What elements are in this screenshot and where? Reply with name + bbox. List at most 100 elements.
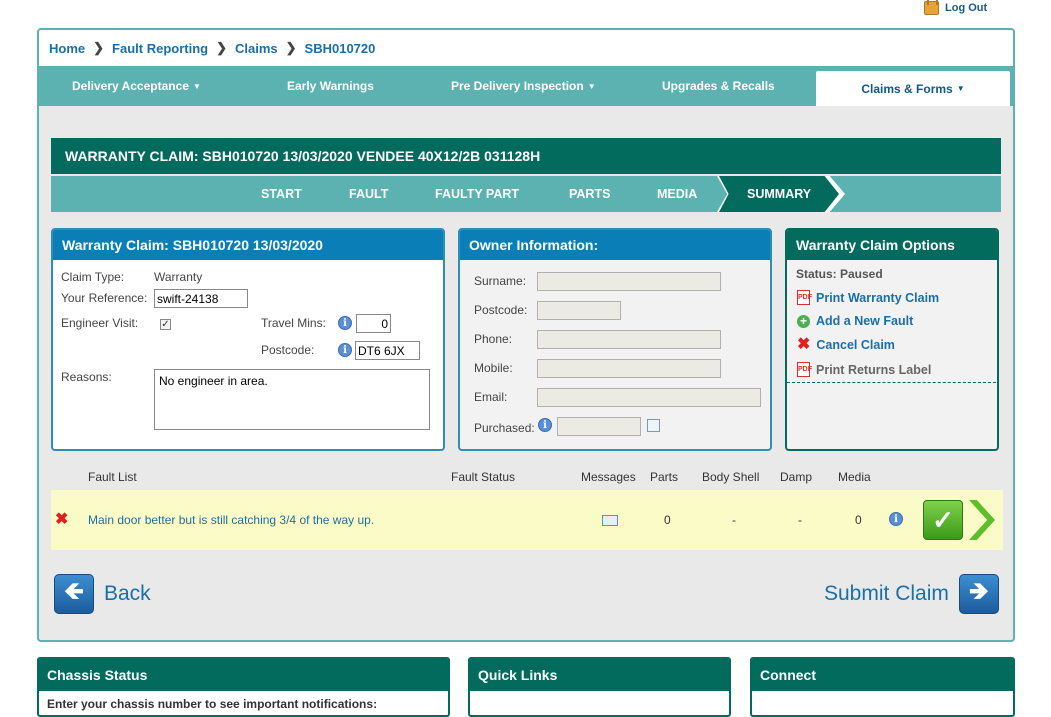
engineer-visit-label: Engineer Visit: [61, 316, 139, 330]
top-nav: Delivery Acceptance ▼ Early Warnings Pre … [39, 66, 1013, 106]
chassis-status-text: Enter your chassis number to see importa… [47, 697, 378, 711]
tab-claims-forms[interactable]: Claims & Forms ▼ [816, 71, 1010, 106]
options-panel-title: Warranty Claim Options [787, 230, 997, 260]
breadcrumb-claims[interactable]: Claims [235, 41, 278, 56]
mobile-label: Mobile: [474, 361, 513, 375]
back-label: Back [104, 582, 151, 605]
tab-pre-delivery-inspection[interactable]: Pre Delivery Inspection ▼ [451, 66, 596, 106]
arrow-right-icon: 🡺 [958, 574, 999, 614]
claim-title-bar: WARRANTY CLAIM: SBH010720 13/03/2020 VEN… [51, 138, 1001, 174]
logout-link[interactable]: Log Out [924, 0, 987, 16]
surname-input[interactable] [537, 272, 721, 291]
step-parts[interactable]: PARTS [569, 176, 610, 212]
submit-label: Submit Claim [824, 582, 949, 605]
calendar-icon[interactable] [647, 419, 660, 432]
breadcrumb-fault-reporting[interactable]: Fault Reporting [112, 41, 208, 56]
breadcrumb-claim-id[interactable]: SBH010720 [305, 41, 376, 56]
owner-postcode-label: Postcode: [474, 303, 528, 317]
tab-label: Early Warnings [287, 79, 374, 93]
fault-media: 0 [855, 513, 862, 527]
phone-input[interactable] [537, 330, 721, 349]
submit-claim-button[interactable]: Submit Claim 🡺 [824, 574, 999, 614]
col-messages: Messages [581, 470, 636, 484]
tab-upgrades-recalls[interactable]: Upgrades & Recalls [662, 66, 775, 106]
main-container: Home ❯ Fault Reporting ❯ Claims ❯ SBH010… [37, 28, 1015, 642]
back-button[interactable]: 🡸 Back [54, 574, 151, 614]
claim-type-label: Claim Type: [61, 270, 125, 284]
breadcrumb: Home ❯ Fault Reporting ❯ Claims ❯ SBH010… [39, 30, 1013, 66]
postcode-input[interactable] [355, 341, 420, 360]
print-warranty-claim-link[interactable]: PDF Print Warranty Claim [797, 290, 939, 305]
info-icon[interactable]: i [538, 418, 552, 432]
cancel-claim-label: Cancel Claim [816, 338, 895, 352]
claim-options-panel: Warranty Claim Options Status: Paused PD… [785, 228, 999, 451]
tab-label: Upgrades & Recalls [662, 79, 775, 93]
travel-mins-input[interactable] [356, 314, 391, 333]
claim-title: WARRANTY CLAIM: SBH010720 13/03/2020 VEN… [65, 148, 541, 164]
tab-delivery-acceptance[interactable]: Delivery Acceptance ▼ [72, 66, 201, 106]
connect-title: Connect [752, 659, 1013, 691]
caret-down-icon: ▼ [192, 81, 201, 91]
chassis-status-panel: Chassis Status Enter your chassis number… [37, 657, 450, 717]
reference-input[interactable] [154, 289, 248, 308]
tab-early-warnings[interactable]: Early Warnings [287, 66, 374, 106]
info-icon[interactable]: i [338, 343, 352, 357]
reference-label: Your Reference: [61, 291, 148, 305]
chevron-right-icon: ❯ [93, 40, 105, 55]
owner-panel-title: Owner Information: [460, 230, 770, 260]
add-new-fault-link[interactable]: + Add a New Fault [797, 314, 913, 328]
chevron-right-icon: ❯ [285, 40, 297, 55]
chevron-right-icon: ❯ [216, 40, 227, 55]
col-fault-status: Fault Status [451, 470, 516, 484]
connect-panel: Connect [750, 657, 1015, 717]
col-damp: Damp [780, 470, 813, 484]
close-icon: ✖ [797, 336, 811, 353]
claim-status: Status: Paused [796, 267, 883, 281]
col-fault-list: Fault List [88, 470, 137, 484]
reasons-label: Reasons: [61, 370, 112, 384]
email-input[interactable] [537, 388, 761, 407]
step-fault[interactable]: FAULT [349, 176, 388, 212]
email-label: Email: [474, 390, 508, 404]
claim-type-value: Warranty [154, 270, 203, 284]
print-returns-label-link[interactable]: PDF Print Returns Label [797, 362, 931, 377]
envelope-icon[interactable] [602, 515, 618, 526]
info-icon[interactable]: i [338, 316, 352, 330]
plus-circle-icon: + [797, 314, 810, 328]
cancel-claim-link[interactable]: ✖ Cancel Claim [797, 336, 895, 353]
purchased-input[interactable] [557, 417, 641, 436]
pdf-icon: PDF [797, 290, 812, 305]
caret-down-icon: ▼ [956, 84, 965, 93]
checkmark-icon: ✓ [932, 504, 954, 535]
step-start[interactable]: START [261, 176, 302, 212]
reasons-textarea[interactable]: No engineer in area. [154, 369, 430, 430]
print-claim-label: Print Warranty Claim [816, 290, 940, 305]
step-faulty-part[interactable]: FAULTY PART [435, 176, 519, 212]
fault-description[interactable]: Main door better but is still catching 3… [88, 513, 374, 527]
tab-label: Delivery Acceptance [72, 79, 189, 93]
fault-body-shell: - [732, 513, 736, 527]
step-summary[interactable]: SUMMARY [747, 176, 811, 212]
info-icon[interactable]: i [889, 512, 903, 526]
step-media[interactable]: MEDIA [657, 176, 697, 212]
col-body-shell: Body Shell [702, 470, 760, 484]
quick-links-panel: Quick Links [468, 657, 731, 717]
lock-icon [924, 0, 939, 15]
add-fault-label: Add a New Fault [816, 314, 914, 328]
owner-postcode-input[interactable] [537, 301, 621, 320]
breadcrumb-home[interactable]: Home [49, 41, 85, 56]
step-bar: START FAULT FAULTY PART PARTS MEDIA SUMM… [51, 176, 1001, 212]
fault-damp: - [798, 513, 802, 527]
table-row: ✖ Main door better but is still catching… [51, 490, 1003, 550]
claim-panel-title: Warranty Claim: SBH010720 13/03/2020 [53, 230, 443, 260]
surname-label: Surname: [474, 274, 527, 288]
next-arrow-icon[interactable] [969, 500, 995, 540]
mobile-input[interactable] [537, 359, 721, 378]
logout-label: Log Out [945, 2, 988, 14]
engineer-visit-checkbox[interactable]: ✓ [160, 319, 171, 330]
pdf-icon: PDF [797, 362, 812, 377]
delete-icon[interactable]: ✖ [55, 512, 68, 528]
confirm-fault-button[interactable]: ✓ [923, 500, 963, 540]
postcode-label: Postcode: [261, 343, 315, 357]
fault-parts: 0 [664, 513, 671, 527]
